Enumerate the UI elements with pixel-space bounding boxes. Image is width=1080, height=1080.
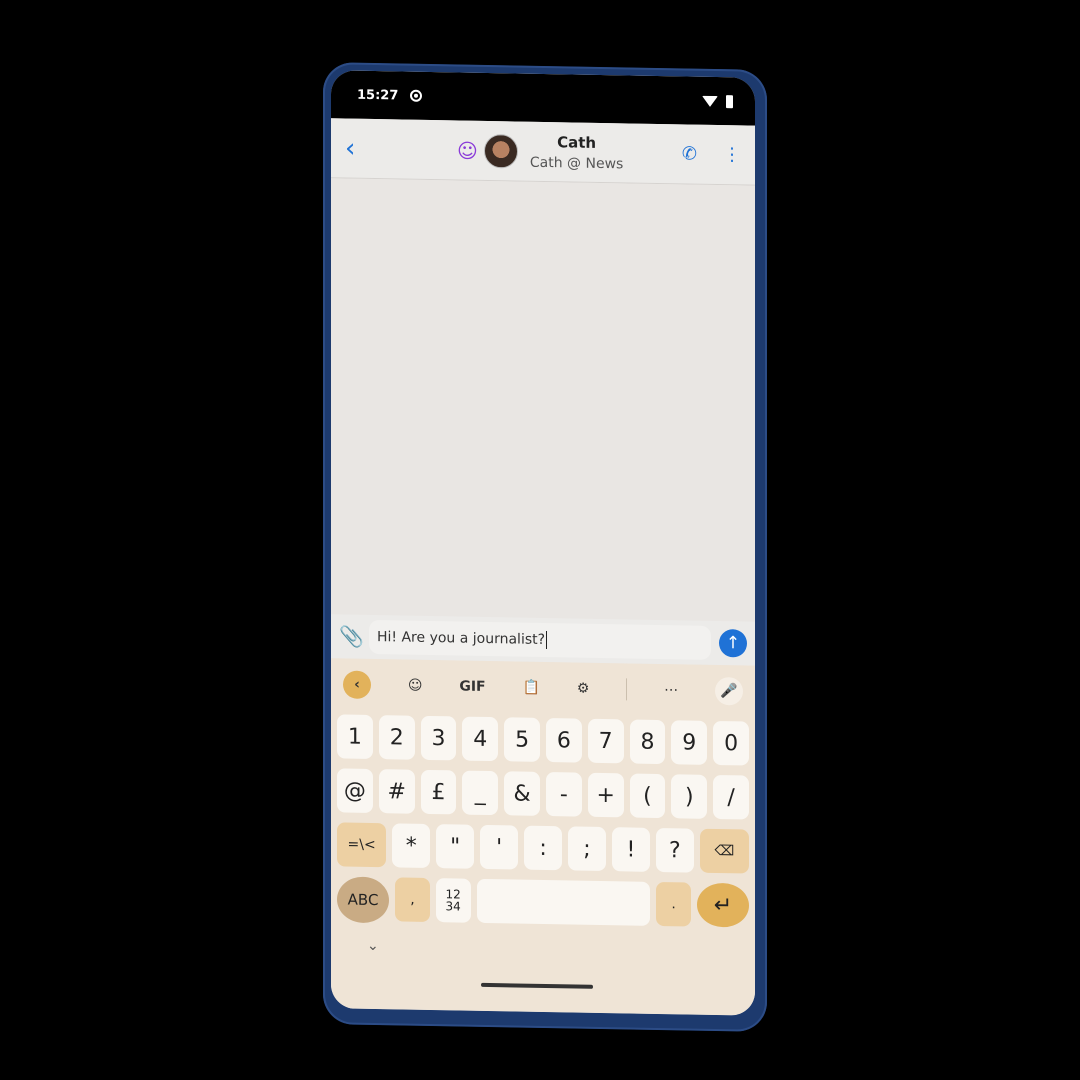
backspace-icon[interactable]: ⌫ — [699, 828, 750, 874]
keyboard: ‹ ☺ GIF 📋 ⚙ ⋯ 🎤 1 2 3 4 5 6 7 8 9 0 @ # … — [331, 658, 755, 1016]
screen-record-icon — [410, 89, 423, 102]
phone-frame: 15:27 ‹ ☺ Cath Cath @ News ✆ ⋮ 📎 Hi! Are… — [323, 62, 767, 1032]
message-list — [331, 178, 755, 622]
key[interactable]: 8 — [629, 719, 666, 765]
abc-key[interactable]: ABC — [337, 876, 390, 924]
more-horizontal-icon[interactable]: ⋯ — [664, 682, 678, 698]
contact-info[interactable]: ☺ Cath Cath @ News — [457, 131, 623, 172]
key[interactable]: " — [436, 824, 475, 869]
key-row-1: 1 2 3 4 5 6 7 8 9 0 — [337, 714, 749, 766]
avatar — [483, 133, 518, 169]
key-row-3: =\< * " ' : ; ! ? ⌫ — [337, 822, 750, 874]
key[interactable]: + — [587, 772, 624, 818]
symbols-more-key[interactable]: =\< — [337, 822, 387, 868]
chevron-left-icon[interactable]: ‹ — [343, 670, 371, 699]
key[interactable]: ! — [611, 827, 650, 872]
key[interactable]: 0 — [713, 720, 749, 766]
keyboard-bottom-bar: ⌄ — [337, 922, 749, 975]
key[interactable]: 4 — [462, 716, 499, 762]
header-actions: ✆ ⋮ — [682, 143, 741, 165]
keyboard-toolbar: ‹ ☺ GIF 📋 ⚙ ⋯ 🎤 — [337, 664, 749, 711]
key[interactable]: 7 — [587, 718, 624, 764]
battery-icon — [726, 94, 733, 108]
key[interactable]: 2 — [378, 715, 415, 760]
key[interactable]: £ — [420, 769, 457, 815]
key[interactable]: ; — [567, 826, 606, 872]
gear-icon[interactable]: ⚙ — [577, 681, 590, 697]
key[interactable]: 5 — [504, 717, 540, 762]
key[interactable]: 6 — [545, 718, 582, 763]
more-options-icon[interactable]: ⋮ — [723, 144, 741, 165]
send-arrow-icon[interactable]: ↑ — [719, 629, 747, 658]
status-time: 15:27 — [357, 87, 399, 103]
contact-name: Cath — [557, 132, 597, 152]
phone-call-icon[interactable]: ✆ — [682, 143, 697, 164]
theater-masks-icon: ☺ — [457, 137, 478, 163]
sticker-icon[interactable]: ☺ — [408, 678, 423, 694]
contact-titles: Cath Cath @ News — [530, 132, 623, 172]
status-bar: 15:27 — [331, 70, 755, 126]
key[interactable]: _ — [462, 770, 499, 816]
key[interactable]: / — [713, 774, 749, 820]
key[interactable]: 1 — [337, 714, 373, 759]
key[interactable]: * — [392, 823, 431, 868]
key[interactable]: # — [378, 769, 415, 814]
key[interactable]: @ — [337, 768, 373, 813]
text-cursor — [546, 631, 548, 650]
key[interactable]: : — [524, 825, 562, 871]
key-row-4: ABC , 12 34 . ↵ — [337, 876, 750, 929]
key[interactable]: & — [504, 771, 540, 816]
paperclip-icon[interactable]: 📎 — [339, 624, 364, 648]
wifi-icon — [702, 95, 718, 107]
key[interactable]: - — [545, 772, 582, 817]
chevron-down-icon[interactable]: ⌄ — [367, 938, 379, 954]
key[interactable]: ? — [655, 827, 694, 873]
contact-subtitle: Cath @ News — [529, 154, 624, 172]
key[interactable]: 9 — [671, 720, 708, 765]
enter-icon[interactable]: ↵ — [696, 882, 750, 928]
key[interactable]: ) — [671, 774, 708, 819]
screen: 15:27 ‹ ☺ Cath Cath @ News ✆ ⋮ 📎 Hi! Are… — [331, 70, 755, 1016]
key[interactable]: ' — [480, 824, 519, 870]
space-key[interactable] — [476, 878, 651, 926]
gif-button[interactable]: GIF — [459, 679, 485, 695]
toolbar-divider — [626, 678, 628, 701]
back-arrow-icon[interactable]: ‹ — [345, 133, 375, 164]
status-icons — [702, 94, 733, 108]
message-text: Hi! Are you a journalist? — [377, 629, 546, 649]
chat-header: ‹ ☺ Cath Cath @ News ✆ ⋮ — [331, 118, 755, 186]
key[interactable]: ( — [629, 773, 666, 819]
comma-key[interactable]: , — [395, 877, 430, 922]
period-key[interactable]: . — [656, 881, 691, 927]
numpad-key[interactable]: 12 34 — [435, 878, 471, 923]
key[interactable]: 3 — [420, 715, 457, 761]
composer: 📎 Hi! Are you a journalist? ↑ — [331, 614, 755, 666]
key-row-2: @ # £ _ & - + ( ) / — [337, 768, 749, 820]
message-input[interactable]: Hi! Are you a journalist? — [369, 619, 711, 660]
clipboard-icon[interactable]: 📋 — [523, 680, 540, 696]
microphone-icon[interactable]: 🎤 — [715, 676, 743, 706]
